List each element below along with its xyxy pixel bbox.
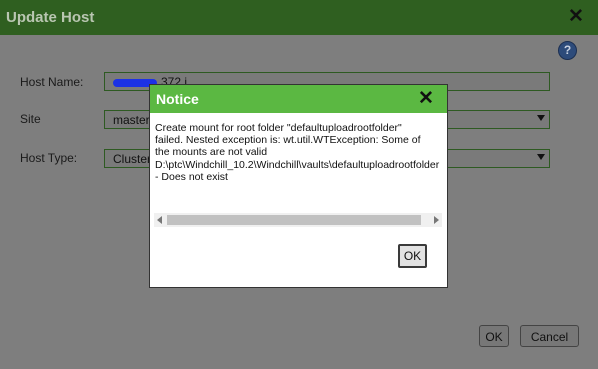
chevron-down-icon [537,115,545,121]
notice-header: Notice ✕ [150,85,447,113]
scroll-right-icon[interactable] [434,216,439,224]
host-type-value: Cluster [113,152,152,166]
scrollbar-thumb[interactable] [167,215,421,225]
update-host-title: Update Host [6,9,95,26]
cancel-button[interactable]: Cancel [520,325,579,347]
ok-button[interactable]: OK [479,325,509,347]
notice-title: Notice [156,91,199,107]
scroll-left-icon[interactable] [157,216,162,224]
close-icon[interactable]: ✕ [568,7,584,26]
site-value: master [113,113,150,127]
horizontal-scrollbar[interactable] [154,213,442,227]
chevron-down-icon [537,154,545,160]
close-icon[interactable]: ✕ [418,89,434,108]
update-host-header: Update Host ✕ [0,0,598,35]
notice-ok-button[interactable]: OK [398,244,427,268]
notice-message-area[interactable]: Create mount for root folder "defaultupl… [155,121,442,228]
host-type-label: Host Type: [20,151,78,165]
help-icon[interactable]: ? [558,41,577,60]
notice-dialog: Notice ✕ Create mount for root folder "d… [149,84,448,288]
host-name-label: Host Name: [20,75,84,89]
site-label: Site [20,112,41,126]
notice-message: Create mount for root folder "defaultupl… [155,122,440,183]
